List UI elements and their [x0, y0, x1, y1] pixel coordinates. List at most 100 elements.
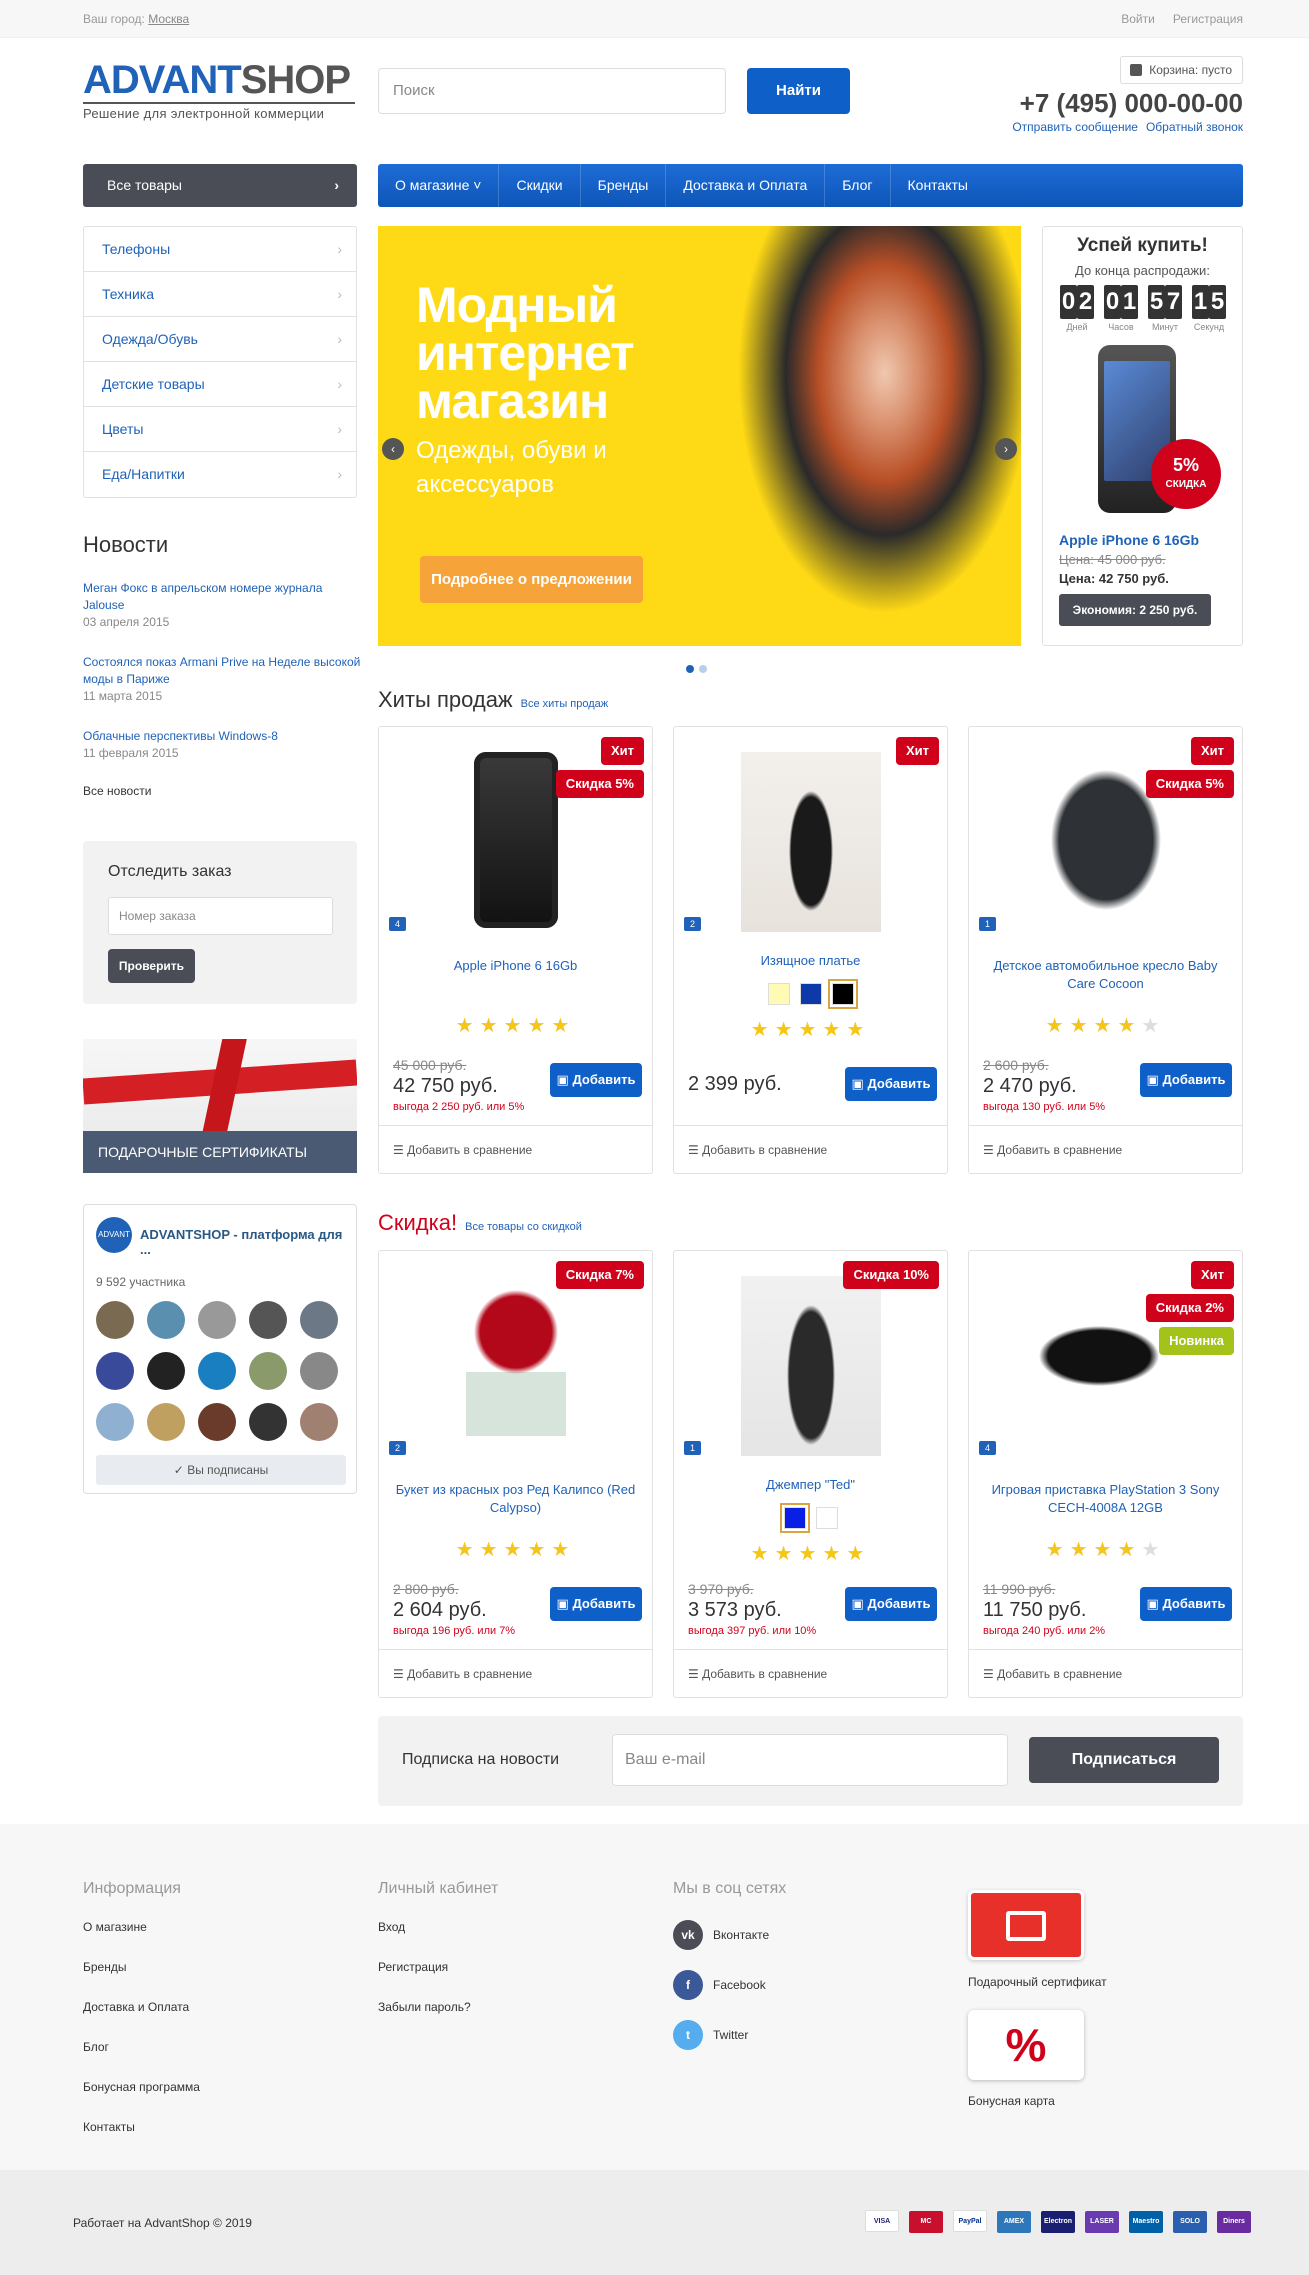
slider-dot[interactable] [699, 665, 707, 673]
slide-more-button[interactable]: Подробнее о предложении [420, 556, 643, 603]
product-name[interactable]: Apple iPhone 6 16Gb [389, 957, 642, 975]
nav-item-blog[interactable]: Блог [825, 164, 891, 207]
add-to-compare-link[interactable]: ☰ Добавить в сравнение [379, 1649, 652, 1697]
category-flowers[interactable]: Цветы › [84, 407, 356, 452]
add-to-compare-link[interactable]: ☰ Добавить в сравнение [674, 1125, 947, 1173]
city-selector[interactable]: Ваш город: Москва [83, 12, 189, 26]
add-to-cart-button[interactable]: ▣ Добавить [550, 1063, 642, 1097]
nav-item-delivery[interactable]: Доставка и Оплата [666, 164, 826, 207]
add-to-compare-link[interactable]: ☰ Добавить в сравнение [969, 1649, 1242, 1697]
member-avatar[interactable] [198, 1403, 236, 1441]
member-avatar[interactable] [249, 1352, 287, 1390]
footer-link[interactable]: О магазине [83, 1920, 200, 1960]
footer-link[interactable]: Вход [378, 1920, 498, 1960]
category-phones[interactable]: Телефоны › [84, 227, 356, 272]
order-number-input[interactable]: Номер заказа [108, 897, 333, 935]
nav-item-brands[interactable]: Бренды [581, 164, 667, 207]
member-avatar[interactable] [147, 1403, 185, 1441]
add-to-compare-link[interactable]: ☰ Добавить в сравнение [969, 1125, 1242, 1173]
product-rating[interactable]: ★★★★★ [674, 1017, 947, 1042]
subscribe-button[interactable]: Подписаться [1029, 1737, 1219, 1783]
product-rating[interactable]: ★★★★★ [379, 1537, 652, 1562]
member-avatar[interactable] [96, 1301, 134, 1339]
footer-link[interactable]: Регистрация [378, 1960, 498, 2000]
send-message-link[interactable]: Отправить сообщение [1012, 120, 1138, 134]
nav-item-discounts[interactable]: Скидки [499, 164, 581, 207]
category-clothes[interactable]: Одежда/Обувь › [84, 317, 356, 362]
footer-link[interactable]: Бренды [83, 1960, 200, 2000]
email-input[interactable]: Ваш e-mail [612, 1734, 1008, 1786]
product-name[interactable]: Джемпер "Ted" [684, 1476, 937, 1494]
member-avatar[interactable] [249, 1403, 287, 1441]
promo-slider[interactable]: Модный интернет магазин Одежды, обуви и акс… [378, 226, 1021, 646]
slider-dot[interactable] [686, 665, 694, 673]
social-twitter[interactable]: t Twitter [673, 2020, 786, 2070]
product-image[interactable] [465, 1276, 566, 1436]
all-hits-link[interactable]: Все хиты продаж [521, 698, 609, 710]
search-button[interactable]: Найти [747, 68, 850, 114]
bonus-card-icon[interactable]: % [968, 2010, 1084, 2080]
footer-link[interactable]: Забыли пароль? [378, 2000, 498, 2040]
news-title[interactable]: Меган Фокс в апрельском номере журнала J… [83, 580, 363, 614]
all-sale-link[interactable]: Все товары со скидкой [465, 1221, 582, 1233]
member-avatar[interactable] [300, 1403, 338, 1441]
product-rating[interactable]: ★★★★★ [969, 1013, 1242, 1038]
search-input[interactable]: Поиск [378, 68, 726, 114]
deal-product-name[interactable]: Apple iPhone 6 16Gb [1059, 532, 1199, 548]
add-to-compare-link[interactable]: ☰ Добавить в сравнение [379, 1125, 652, 1173]
add-to-cart-button[interactable]: ▣ Добавить [845, 1587, 937, 1621]
product-name[interactable]: Букет из красных роз Ред Калипсо (Red Ca… [389, 1481, 642, 1517]
member-avatar[interactable] [249, 1301, 287, 1339]
site-logo[interactable]: ADVANTSHOP Решение для электронной комме… [83, 58, 355, 121]
nav-item-contacts[interactable]: Контакты [891, 164, 985, 207]
add-to-compare-link[interactable]: ☰ Добавить в сравнение [674, 1649, 947, 1697]
news-title[interactable]: Состоялся показ Armani Prive на Неделе в… [83, 654, 363, 688]
add-to-cart-button[interactable]: ▣ Добавить [550, 1587, 642, 1621]
all-news-link[interactable]: Все новости [83, 784, 151, 798]
color-swatch[interactable] [767, 983, 790, 1005]
member-avatar[interactable] [198, 1352, 236, 1390]
product-rating[interactable]: ★★★★★ [674, 1541, 947, 1566]
product-name[interactable]: Изящное платье [684, 952, 937, 970]
footer-link[interactable]: Бонусная программа [83, 2080, 200, 2120]
member-avatar[interactable] [198, 1301, 236, 1339]
footer-link[interactable]: Контакты [83, 2120, 200, 2160]
member-avatar[interactable] [147, 1352, 185, 1390]
color-swatch[interactable] [799, 983, 822, 1005]
news-title[interactable]: Облачные перспективы Windows-8 [83, 728, 363, 745]
product-rating[interactable]: ★★★★★ [969, 1537, 1242, 1562]
product-image[interactable] [740, 752, 881, 932]
member-avatar[interactable] [96, 1352, 134, 1390]
cart-button[interactable]: Корзина: пусто [1120, 56, 1243, 84]
social-facebook[interactable]: f Facebook [673, 1970, 786, 2020]
add-to-cart-button[interactable]: ▣ Добавить [845, 1067, 937, 1101]
category-kids[interactable]: Детские товары › [84, 362, 356, 407]
product-name[interactable]: Игровая приставка PlayStation 3 Sony CEC… [979, 1481, 1232, 1517]
gift-certificates-banner[interactable]: ПОДАРОЧНЫЕ СЕРТИФИКАТЫ [83, 1039, 357, 1173]
city-link[interactable]: Москва [148, 12, 189, 26]
member-avatar[interactable] [96, 1403, 134, 1441]
category-tech[interactable]: Техника › [84, 272, 356, 317]
nav-item-about[interactable]: О магазине ˅ [378, 164, 500, 207]
callback-link[interactable]: Обратный звонок [1146, 120, 1243, 134]
login-link[interactable]: Войти [1121, 12, 1155, 26]
color-swatch[interactable] [827, 979, 858, 1009]
product-rating[interactable]: ★★★★★ [379, 1013, 652, 1038]
product-name[interactable]: Детское автомобильное кресло Baby Care C… [979, 957, 1232, 993]
bonus-card-link[interactable]: Бонусная карта [968, 2094, 1055, 2108]
vk-group-avatar[interactable]: ADVANT SHOP [96, 1217, 132, 1275]
slider-prev-icon[interactable]: ‹ [382, 438, 404, 460]
register-link[interactable]: Регистрация [1173, 12, 1243, 26]
add-to-cart-button[interactable]: ▣ Добавить [1140, 1063, 1232, 1097]
member-avatar[interactable] [300, 1352, 338, 1390]
footer-link[interactable]: Блог [83, 2040, 200, 2080]
gift-card-icon[interactable] [968, 1890, 1084, 1960]
check-order-button[interactable]: Проверить [108, 949, 195, 983]
category-food[interactable]: Еда/Напитки › [84, 452, 356, 497]
all-goods-button[interactable]: Все товары › [83, 164, 357, 207]
color-swatch[interactable] [815, 1507, 838, 1529]
slider-next-icon[interactable]: › [995, 438, 1017, 460]
vk-group-name[interactable]: ADVANTSHOP - платформа для ... [140, 1227, 356, 1257]
product-image[interactable] [740, 1276, 881, 1456]
color-swatch[interactable] [779, 1503, 810, 1533]
